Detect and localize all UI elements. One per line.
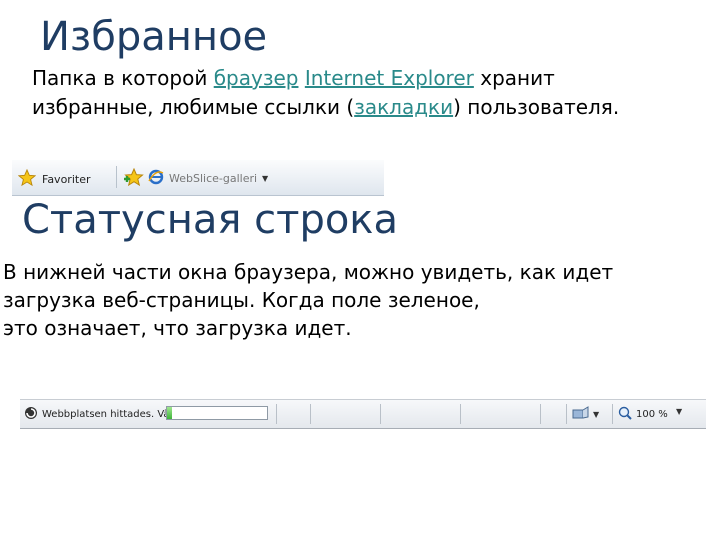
statusbar-title: Статусная строка — [22, 197, 398, 243]
favorites-line2-prefix: избранные, любимые ссылки ( — [32, 95, 355, 119]
statusbar-line-3: это означает, что загрузка идет. — [3, 316, 352, 340]
statusbar-line-1: В нижней части окна браузера, можно увид… — [3, 260, 614, 284]
bookmarks-link[interactable]: закладки — [354, 95, 453, 119]
favorites-line1-suffix: хранит — [473, 66, 555, 90]
status-divider — [566, 404, 567, 424]
webslice-gallery-label: WebSlice-galleri — [169, 172, 258, 185]
status-divider — [310, 404, 311, 424]
loading-icon — [24, 406, 38, 423]
favorites-button-label: Favoriter — [42, 173, 91, 186]
status-divider — [612, 404, 613, 424]
favorites-line-2: избранные, любимые ссылки (закладки) пол… — [32, 93, 619, 122]
chevron-down-icon: ▼ — [262, 174, 269, 183]
browser-link[interactable]: браузер — [214, 66, 299, 90]
favorites-line-1: Папка в которой браузер Internet Explore… — [32, 64, 619, 93]
favorites-bar-screenshot: Favoriter WebSlice-galleri ▼ — [12, 160, 384, 196]
add-favorite-button[interactable] — [122, 167, 144, 191]
webslice-gallery-button[interactable]: WebSlice-galleri ▼ — [148, 169, 268, 188]
internet-explorer-icon — [148, 169, 164, 188]
security-icon — [572, 406, 590, 423]
zoom-level: 100 % — [636, 409, 668, 420]
zoom-button[interactable]: 100 % — [618, 406, 668, 423]
status-divider — [540, 404, 541, 424]
favorites-bar-separator — [116, 166, 117, 188]
status-divider — [460, 404, 461, 424]
chevron-down-icon: ▼ — [593, 410, 600, 419]
status-message: Webbplatsen hittades. Vä — [24, 406, 170, 423]
status-divider — [380, 404, 381, 424]
favorites-description: Папка в которой браузер Internet Explore… — [32, 64, 619, 122]
status-divider — [276, 404, 277, 424]
loading-progress-fill — [167, 407, 172, 419]
favorites-title: Избранное — [40, 14, 268, 60]
favorites-line1-prefix: Папка в которой — [32, 66, 214, 90]
chevron-down-icon[interactable]: ▼ — [676, 407, 682, 416]
status-bar-screenshot: Webbplatsen hittades. Vä ▼ 100 % ▼ — [20, 399, 706, 429]
favorites-line2-suffix: ) пользователя. — [453, 95, 620, 119]
star-icon — [17, 168, 37, 190]
add-star-icon — [122, 167, 144, 191]
security-settings-button[interactable]: ▼ — [572, 406, 599, 423]
status-text: Webbplatsen hittades. Vä — [42, 409, 170, 420]
statusbar-description: В нижней части окна браузера, можно увид… — [3, 258, 613, 342]
statusbar-line-2: загрузка веб-страницы. Когда поле зелено… — [3, 288, 480, 312]
loading-progress-bar — [166, 406, 268, 420]
internet-explorer-link[interactable]: Internet Explorer — [305, 66, 474, 90]
zoom-icon — [618, 406, 632, 423]
favorites-button[interactable]: Favoriter — [17, 168, 91, 190]
